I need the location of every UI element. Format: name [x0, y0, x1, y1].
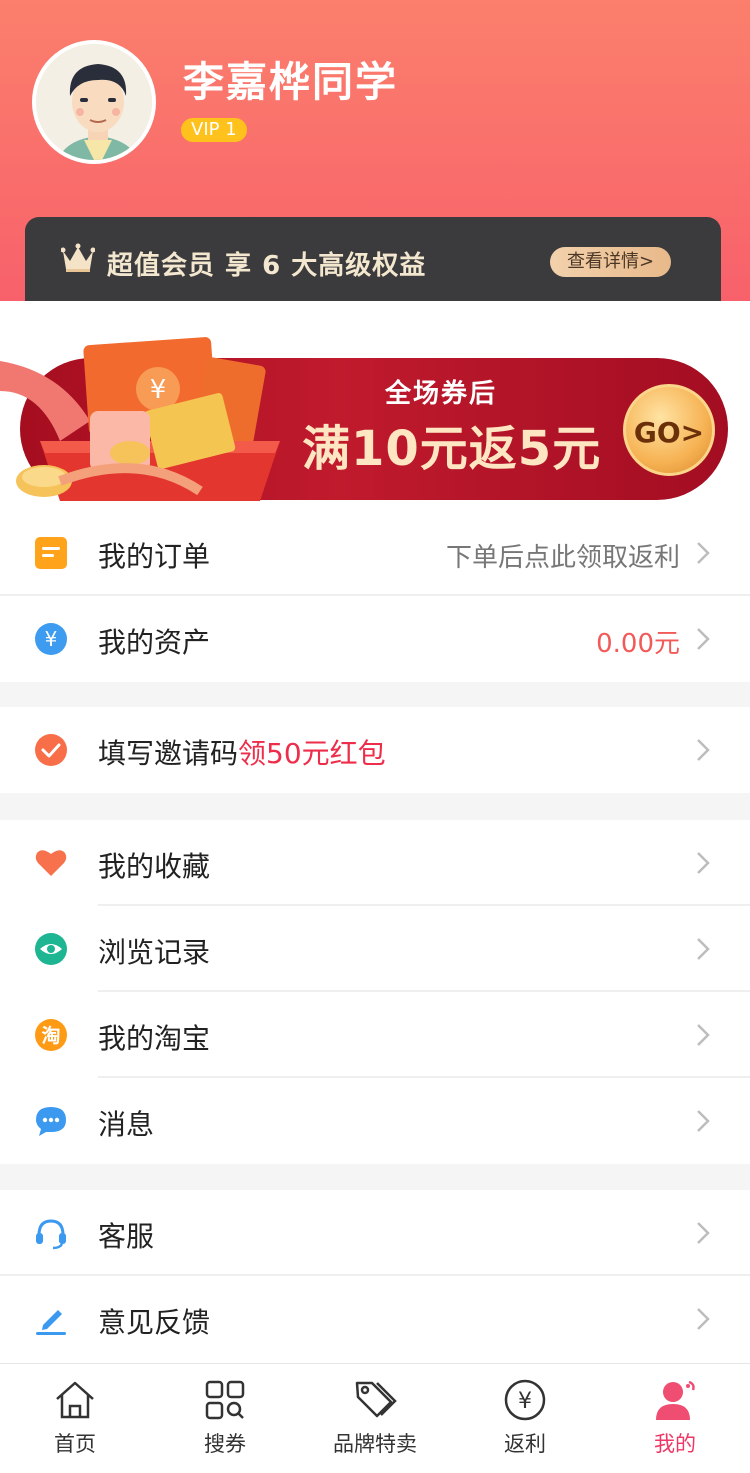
crown-icon: [61, 243, 95, 272]
menu-item-messages[interactable]: 消息: [0, 1078, 750, 1164]
promo-subtitle: 全场券后: [385, 379, 498, 409]
go-button[interactable]: GO>: [623, 384, 715, 476]
tag-icon: [355, 1381, 397, 1418]
chevron-right-icon: [697, 1110, 710, 1132]
tab-label: 首页: [54, 1432, 96, 1456]
tab-search-coupon[interactable]: 搜券: [150, 1364, 300, 1473]
promo-title: 满10元返5元: [302, 421, 602, 477]
pencil-icon: [36, 1310, 66, 1335]
tab-brand-sale[interactable]: 品牌特卖: [300, 1364, 450, 1473]
gift-basket-icon: ¥: [0, 337, 280, 501]
menu-item-taobao[interactable]: 淘 我的淘宝: [0, 992, 750, 1078]
promo-banner[interactable]: ¥ 全场券后 满10元返5元 GO>: [0, 301, 750, 510]
invite-label: 填写邀请码: [98, 737, 239, 770]
order-icon: [35, 537, 67, 569]
tab-mine[interactable]: 我的: [600, 1364, 750, 1473]
profile-icon: [656, 1380, 695, 1420]
bottom-tab-bar: 首页 搜券 品牌特卖 ¥ 返利 我的: [0, 1363, 750, 1473]
svg-text:淘: 淘: [41, 1024, 60, 1047]
profile-header: 李嘉桦同学 VIP 1 超值会员 享 6 大高级权益 查看详情>: [0, 0, 750, 301]
avatar[interactable]: [32, 40, 156, 164]
menu-item-label: 浏览记录: [98, 936, 211, 969]
menu-item-label: 我的淘宝: [98, 1022, 211, 1055]
menu-section-support: 客服 意见反馈: [0, 1190, 750, 1363]
vip-membership-card[interactable]: 超值会员 享 6 大高级权益 查看详情>: [25, 217, 721, 301]
chevron-right-icon: [697, 542, 710, 564]
tab-label: 搜券: [204, 1432, 246, 1456]
home-icon: [56, 1381, 94, 1419]
headset-icon: [36, 1219, 66, 1250]
menu-section-invite: 填写邀请码领50元红包: [0, 707, 750, 793]
chevron-right-icon: [697, 852, 710, 874]
svg-text:¥: ¥: [45, 627, 58, 651]
menu-item-label: 我的订单: [98, 540, 211, 573]
chevron-right-icon: [697, 938, 710, 960]
menu-item-label: 消息: [98, 1108, 155, 1141]
invite-reward: 领50元红包: [238, 737, 386, 770]
menu-item-label: 意见反馈: [98, 1306, 211, 1339]
menu-item-assets[interactable]: ¥ 我的资产 0.00元: [0, 596, 750, 682]
chevron-right-icon: [697, 1222, 710, 1244]
yen-circle-icon: ¥: [504, 1379, 546, 1421]
svg-text:¥: ¥: [150, 375, 167, 405]
menu-item-invite-code[interactable]: 填写邀请码领50元红包: [0, 707, 750, 793]
orders-hint: 下单后点此领取返利: [445, 543, 680, 573]
tab-rebate[interactable]: ¥ 返利: [450, 1364, 600, 1473]
chat-bubble-icon: [36, 1107, 66, 1136]
menu-item-history[interactable]: 浏览记录: [0, 906, 750, 992]
yen-icon: ¥: [35, 623, 67, 655]
tab-label: 返利: [504, 1432, 546, 1456]
menu-section-personal: 我的收藏 浏览记录 淘 我的淘宝 消息: [0, 820, 750, 1164]
chevron-right-icon: [697, 1024, 710, 1046]
chevron-right-icon: [697, 739, 710, 761]
vip-level-badge: VIP 1: [181, 118, 247, 142]
vip-benefits-text: 超值会员 享 6 大高级权益: [107, 251, 427, 281]
menu-item-label: 填写邀请码领50元红包: [98, 732, 386, 772]
view-details-button[interactable]: 查看详情>: [550, 247, 671, 277]
assets-balance: 0.00元: [596, 629, 680, 659]
menu-item-orders[interactable]: 我的订单 下单后点此领取返利: [0, 510, 750, 596]
check-circle-icon: [35, 734, 67, 766]
tab-home[interactable]: 首页: [0, 1364, 150, 1473]
chevron-right-icon: [697, 1308, 710, 1330]
svg-text:¥: ¥: [518, 1389, 532, 1414]
menu-item-label: 我的资产: [98, 626, 211, 659]
search-coupon-icon: [205, 1380, 245, 1420]
tab-label: 品牌特卖: [333, 1432, 417, 1456]
user-name: 李嘉桦同学: [183, 58, 398, 106]
taobao-icon: 淘: [35, 1019, 67, 1051]
menu-item-customer-service[interactable]: 客服: [0, 1190, 750, 1276]
eye-icon: [35, 933, 67, 965]
menu-item-favorites[interactable]: 我的收藏: [0, 820, 750, 906]
menu-item-feedback[interactable]: 意见反馈: [0, 1276, 750, 1362]
tab-label: 我的: [654, 1432, 696, 1456]
menu-item-label: 我的收藏: [98, 850, 211, 883]
menu-item-label: 客服: [98, 1220, 155, 1253]
menu-section-orders: 我的订单 下单后点此领取返利 ¥ 我的资产 0.00元: [0, 510, 750, 682]
chevron-right-icon: [697, 628, 710, 650]
heart-icon: [35, 850, 67, 876]
